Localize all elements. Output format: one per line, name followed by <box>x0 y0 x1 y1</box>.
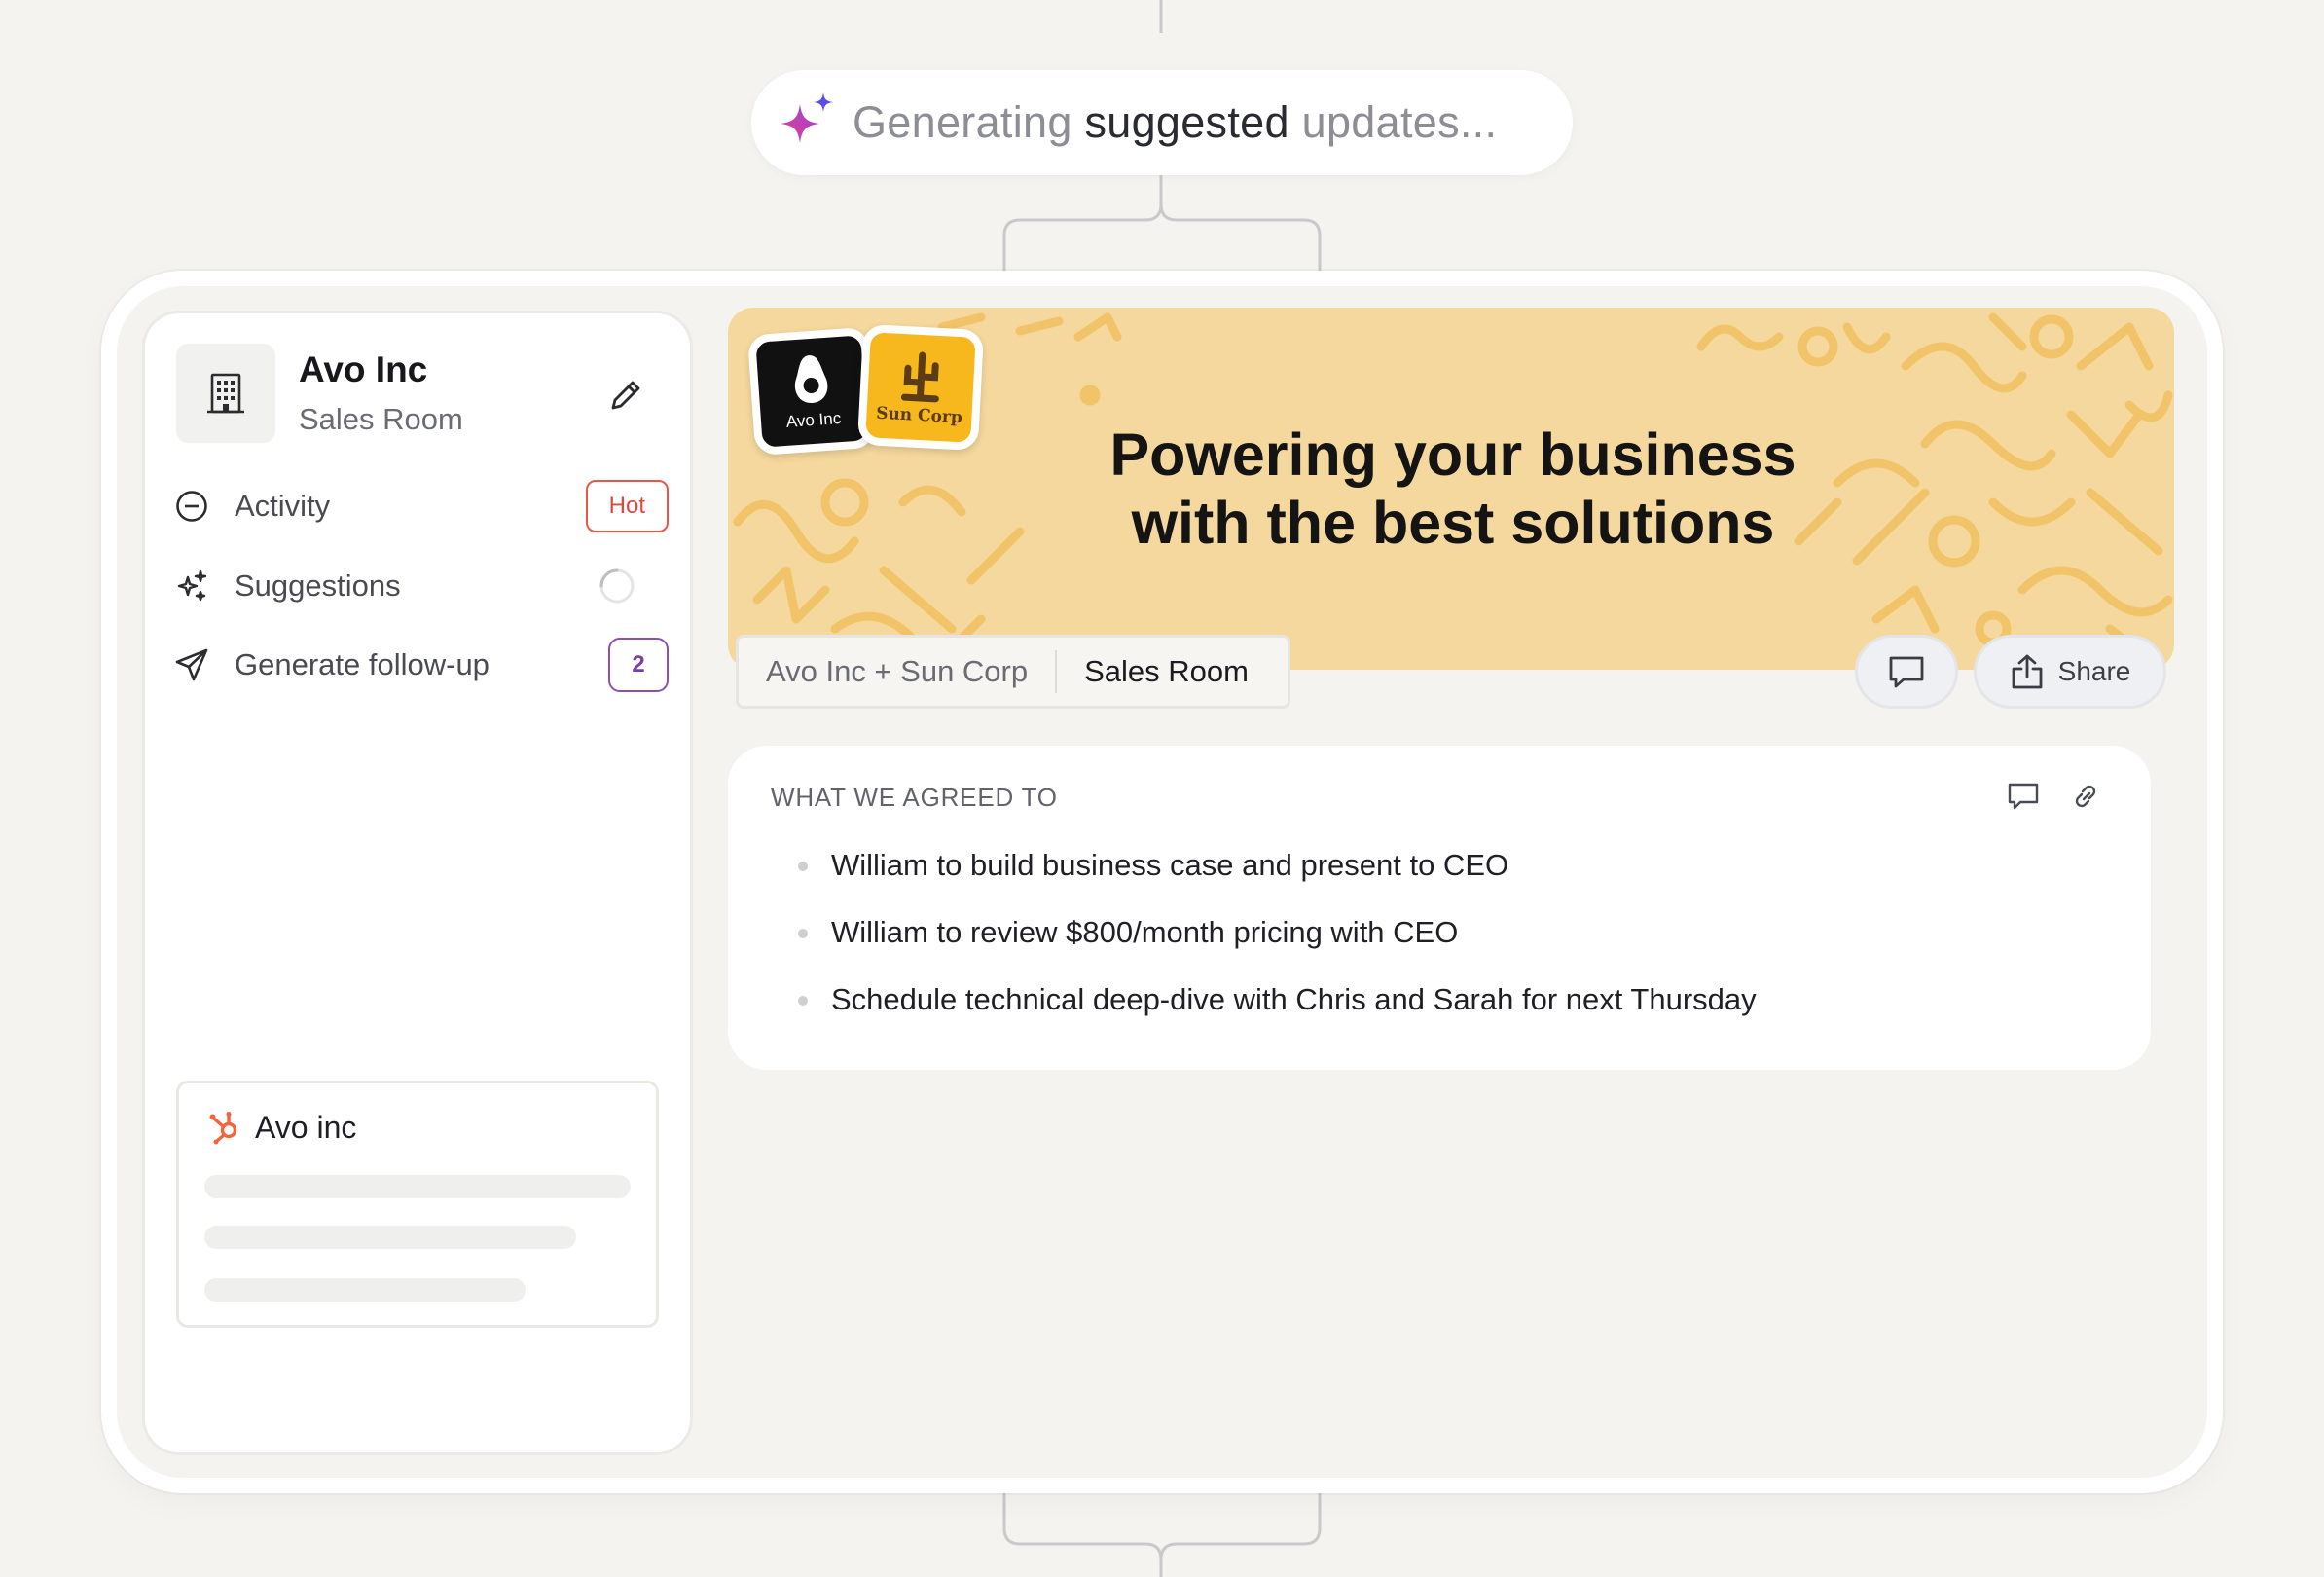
list-item: William to review $800/month pricing wit… <box>798 916 1757 983</box>
sidebar-item-label: Generate follow-up <box>235 647 490 681</box>
edit-pencil-icon[interactable] <box>606 376 645 415</box>
cactus-icon <box>900 351 939 403</box>
list-item: Schedule technical deep-dive with Chris … <box>798 983 1757 1050</box>
company-header: Avo Inc Sales Room <box>176 343 661 444</box>
breadcrumb-current[interactable]: Sales Room <box>1057 654 1276 689</box>
share-button[interactable]: Share <box>1974 635 2166 709</box>
sidebar-item-label: Activity <box>235 489 331 523</box>
sidebar-item-activity[interactable]: Activity Hot <box>174 477 669 535</box>
breadcrumb-parent[interactable]: Avo Inc + Sun Corp <box>739 654 1055 689</box>
avocado-icon <box>794 355 828 403</box>
sales-room-banner: Avo Inc Sun Corp Powering your business … <box>728 308 2174 670</box>
sun-corp-logo: Sun Corp <box>856 323 985 452</box>
sidebar-item-suggestions[interactable]: Suggestions <box>174 557 669 615</box>
ai-sparkle-icon <box>781 92 833 143</box>
skeleton-line <box>204 1175 631 1198</box>
crm-record-card[interactable]: Avo inc <box>176 1081 659 1328</box>
generating-status-pill: Generating suggested updates... <box>751 70 1573 175</box>
sidebar-item-generate-follow-up[interactable]: Generate follow-up 2 <box>174 636 669 694</box>
sparkles-icon <box>177 569 207 602</box>
banner-title: Powering your business with the best sol… <box>1109 422 1797 556</box>
building-icon <box>207 373 244 414</box>
minus-circle-icon <box>176 491 207 522</box>
link-icon[interactable] <box>2071 781 2100 812</box>
skeleton-line <box>204 1226 576 1249</box>
follow-up-count-badge: 2 <box>608 638 669 692</box>
skeleton-line <box>204 1278 526 1302</box>
share-label: Share <box>2057 656 2131 686</box>
company-name: Avo Inc <box>299 349 428 389</box>
comment-icon <box>1889 656 1924 688</box>
comment-icon[interactable] <box>2007 781 2040 812</box>
avo-inc-logo: Avo Inc <box>746 326 877 457</box>
logo-caption: Sun Corp <box>875 403 963 428</box>
crm-record-title: Avo inc <box>255 1109 357 1145</box>
status-text: Generating suggested updates... <box>853 97 1498 147</box>
breadcrumb: Avo Inc + Sun Corp Sales Room <box>736 635 1290 709</box>
sidebar: Avo Inc Sales Room Activity Hot Suggesti… <box>142 311 693 1455</box>
send-icon <box>175 648 208 681</box>
company-subtitle: Sales Room <box>299 402 463 436</box>
list-item: William to build business case and prese… <box>798 849 1757 916</box>
agreement-card: WHAT WE AGREED TO William to build busin… <box>728 746 2151 1070</box>
sidebar-item-label: Suggestions <box>235 568 401 603</box>
hot-badge: Hot <box>585 480 669 532</box>
share-icon <box>2012 654 2043 689</box>
comment-button[interactable] <box>1855 635 1958 709</box>
company-logo <box>176 344 275 443</box>
loading-spinner-icon <box>599 568 635 604</box>
agreement-heading: WHAT WE AGREED TO <box>771 783 1058 812</box>
logo-caption: Avo Inc <box>785 408 842 431</box>
agreement-list: William to build business case and prese… <box>798 849 1757 1050</box>
hubspot-icon <box>209 1112 237 1145</box>
